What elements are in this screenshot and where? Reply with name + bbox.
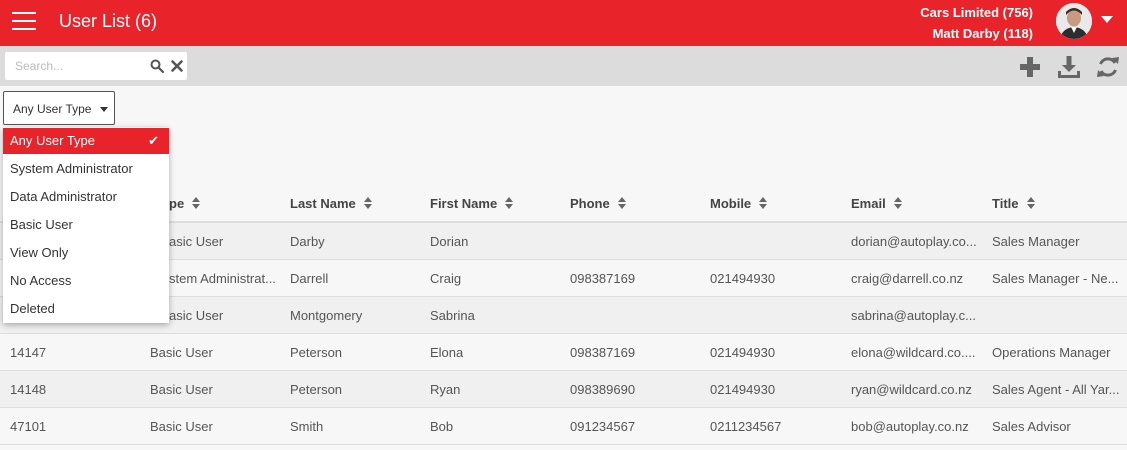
cell-first-name: Bob	[430, 419, 454, 434]
cell-mobile: 021494930	[710, 271, 776, 286]
page-title: User List (6)	[59, 11, 158, 31]
cell-email: craig@darrell.co.nz	[851, 271, 964, 286]
cell-type: Basic User	[150, 419, 213, 434]
table-row[interactable]: 14148 Basic User Peterson Ryan 098389690…	[0, 371, 1127, 408]
sort-icon	[363, 197, 372, 209]
toolbar	[0, 46, 1127, 86]
sort-icon	[893, 197, 902, 209]
option-any-user-type[interactable]: Any User Type ✔	[3, 128, 169, 154]
cell-title: Operations Manager	[992, 345, 1111, 360]
sort-icon	[505, 197, 514, 209]
avatar[interactable]	[1056, 3, 1092, 39]
cell-mobile: 0211234567	[710, 419, 782, 434]
cell-email: elona@wildcard.co....	[851, 345, 976, 360]
option-system-administrator[interactable]: System Administrator	[3, 155, 169, 183]
cell-first-name: Ryan	[430, 382, 461, 397]
chevron-down-icon[interactable]	[1101, 16, 1113, 23]
cell-phone: 098387169	[570, 345, 636, 360]
cell-title: Sales Agent - All Yar...	[992, 382, 1120, 397]
column-header-mobile[interactable]: Mobile	[710, 196, 768, 211]
table-row[interactable]: stem Administrat... Darrell Craig 098387…	[0, 260, 1127, 297]
cell-last-name: Montgomery	[290, 308, 363, 323]
sort-icon	[192, 197, 201, 209]
account-info[interactable]: Cars Limited (756) Matt Darby (118)	[920, 2, 1033, 44]
cell-first-name: Sabrina	[430, 308, 475, 323]
cell-phone: 098387169	[570, 271, 636, 286]
cell-phone: 091234567	[570, 419, 636, 434]
column-header-title[interactable]: Title	[992, 196, 1035, 211]
column-header-last-name[interactable]: Last Name	[290, 196, 372, 211]
cell-title: Sales Manager - Ne...	[992, 271, 1119, 286]
sort-icon	[617, 197, 626, 209]
table-header: pe Last Name First Name Phone Mobile Ema…	[0, 183, 1127, 223]
cell-email: ryan@wildcard.co.nz	[851, 382, 972, 397]
cell-phone: 098389690	[570, 382, 636, 397]
cell-last-name: Peterson	[290, 382, 343, 397]
search-input[interactable]	[5, 52, 145, 80]
column-header-phone[interactable]: Phone	[570, 196, 626, 211]
refresh-icon[interactable]	[1096, 55, 1120, 79]
cell-email: bob@autoplay.co.nz	[851, 419, 969, 434]
menu-icon[interactable]	[12, 12, 36, 32]
cell-id: 14147	[10, 345, 47, 360]
cell-title: Sales Advisor	[992, 419, 1071, 434]
user-label: Matt Darby (118)	[932, 26, 1033, 41]
user-type-select[interactable]: Any User Type	[3, 91, 115, 125]
cell-type: asic User	[169, 234, 224, 249]
cell-last-name: Darrell	[290, 271, 329, 286]
sort-icon	[1026, 197, 1035, 209]
cell-id: 47101	[10, 419, 47, 434]
table-row[interactable]: 14147 Basic User Peterson Elona 09838716…	[0, 334, 1127, 371]
cell-type: asic User	[169, 308, 224, 323]
download-icon[interactable]	[1057, 55, 1081, 79]
option-view-only[interactable]: View Only	[3, 239, 169, 267]
cell-email: dorian@autoplay.co...	[851, 234, 977, 249]
cell-title: Sales Manager	[992, 234, 1080, 249]
cell-mobile: 021494930	[710, 345, 776, 360]
add-icon[interactable]	[1018, 55, 1042, 79]
cell-type: Basic User	[150, 382, 213, 397]
option-data-administrator[interactable]: Data Administrator	[3, 183, 169, 211]
company-label: Cars Limited (756)	[920, 5, 1033, 20]
cell-mobile: 021494930	[710, 382, 776, 397]
cell-first-name: Dorian	[430, 234, 469, 249]
cell-first-name: Craig	[430, 271, 462, 286]
table-row[interactable]: asic User Darby Dorian dorian@autoplay.c…	[0, 223, 1127, 260]
table-row[interactable]: 47101 Basic User Smith Bob 091234567 021…	[0, 408, 1127, 445]
user-type-select-value: Any User Type	[13, 102, 92, 116]
check-icon: ✔	[148, 133, 159, 148]
cell-type: Basic User	[150, 345, 213, 360]
option-deleted[interactable]: Deleted	[3, 295, 169, 323]
column-header-first-name[interactable]: First Name	[430, 196, 514, 211]
search-icon[interactable]	[150, 59, 164, 73]
search-box	[5, 52, 187, 80]
table-row[interactable]: asic User Montgomery Sabrina sabrina@aut…	[0, 297, 1127, 334]
caret-down-icon	[100, 107, 108, 112]
app-header: User List (6) Cars Limited (756) Matt Da…	[0, 0, 1127, 46]
sort-icon	[759, 197, 768, 209]
cell-last-name: Smith	[290, 419, 324, 434]
cell-type: stem Administrat...	[169, 271, 276, 286]
option-basic-user[interactable]: Basic User	[3, 211, 169, 239]
cell-id: 14148	[10, 382, 47, 397]
option-no-access[interactable]: No Access	[3, 267, 169, 295]
close-icon[interactable]	[170, 59, 184, 73]
column-header-type[interactable]: pe	[169, 196, 201, 211]
column-header-email[interactable]: Email	[851, 196, 902, 211]
cell-email: sabrina@autoplay.c...	[851, 308, 976, 323]
user-type-dropdown: Any User Type ✔ System Administrator Dat…	[3, 127, 169, 323]
cell-first-name: Elona	[430, 345, 464, 360]
cell-last-name: Peterson	[290, 345, 343, 360]
cell-last-name: Darby	[290, 234, 325, 249]
